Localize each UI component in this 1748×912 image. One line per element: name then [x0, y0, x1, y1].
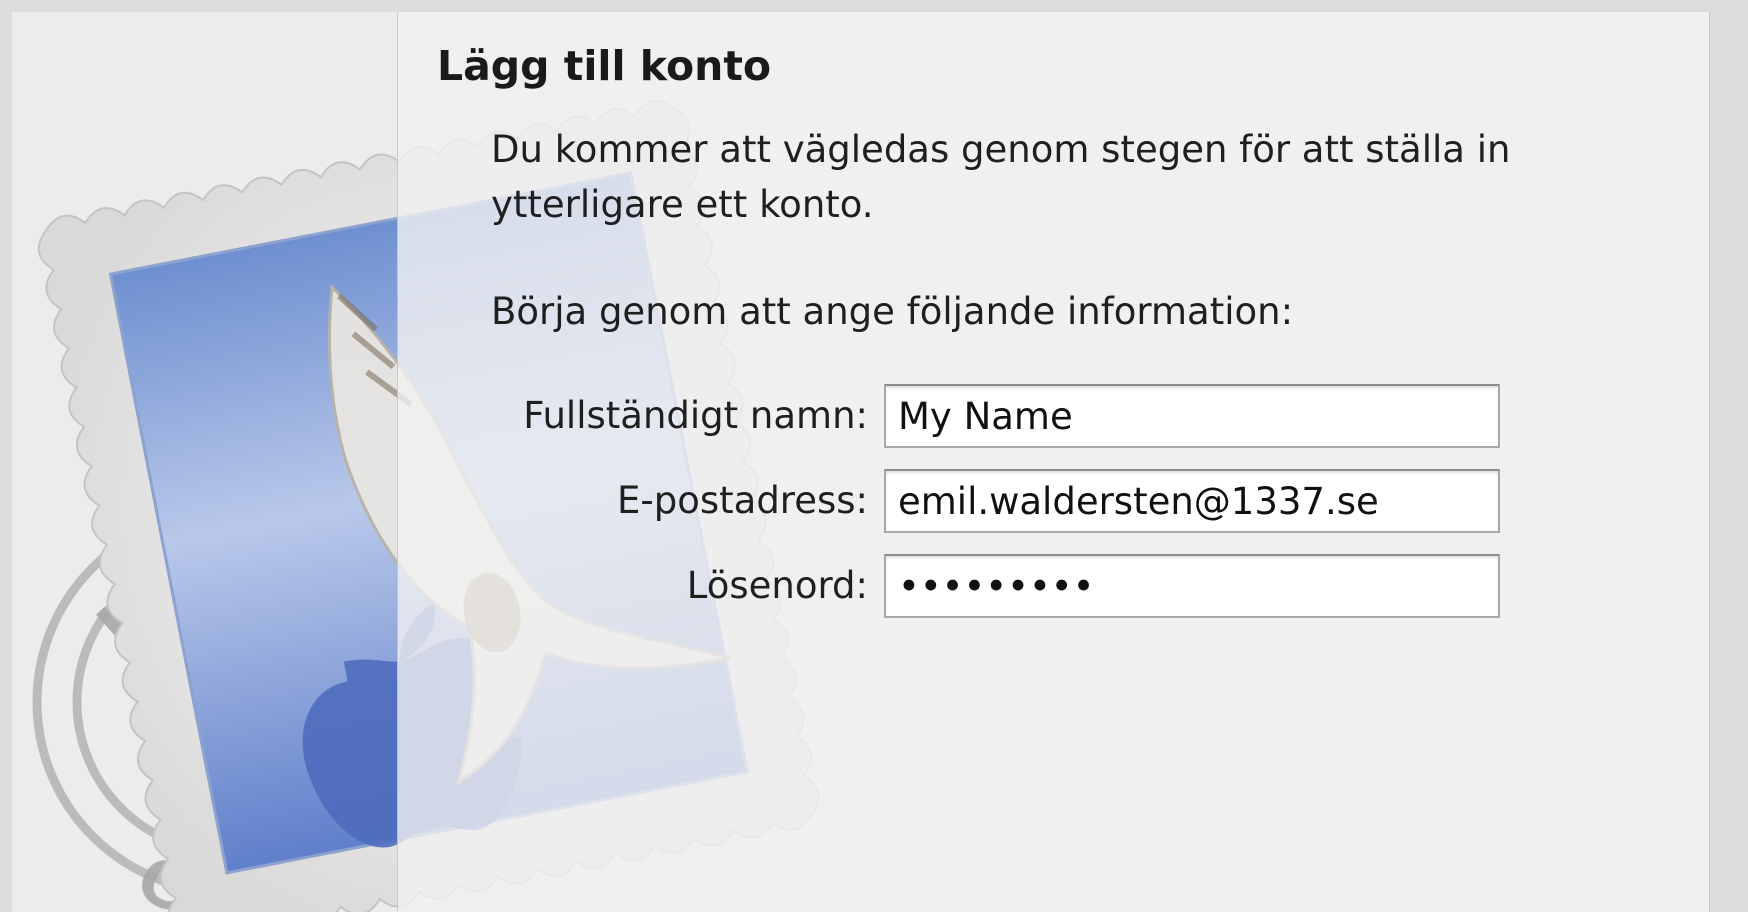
add-account-window: HELLO FR CU Lägg till konto Du kommer [12, 12, 1710, 912]
password-field[interactable] [884, 554, 1500, 618]
full-name-label: Fullständigt namn: [523, 394, 868, 437]
intro-text-line-1: Du kommer att vägledas genom stegen för … [491, 128, 1511, 171]
intro-text-line-2: ytterligare ett konto. [491, 183, 874, 226]
password-label: Lösenord: [686, 564, 868, 607]
prompt-text: Börja genom att ange följande informatio… [491, 290, 1294, 333]
page-title: Lägg till konto [437, 42, 772, 90]
full-name-field[interactable] [884, 384, 1500, 448]
window-edge [1709, 12, 1710, 912]
email-field[interactable] [884, 469, 1500, 533]
email-label: E-postadress: [617, 479, 868, 522]
